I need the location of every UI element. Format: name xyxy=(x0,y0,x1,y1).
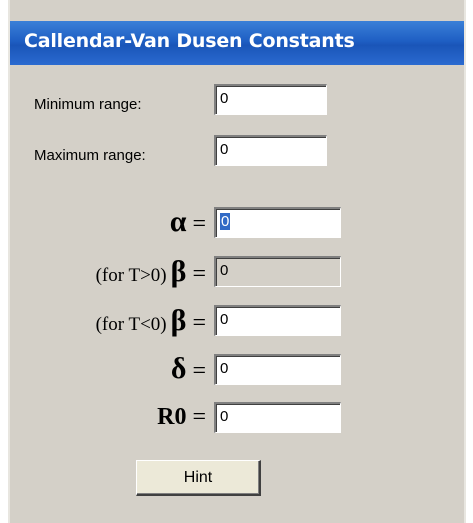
alpha-value: 0 xyxy=(220,213,231,230)
maximum-range-value: 0 xyxy=(220,141,229,158)
delta-input[interactable]: 0 xyxy=(214,354,341,385)
r0-label: R0 = xyxy=(157,404,206,431)
beta-positive-condition: (for T>0) xyxy=(95,265,167,286)
beta-negative-input[interactable]: 0 xyxy=(214,305,341,336)
beta-positive-symbol: β xyxy=(170,255,187,288)
delta-value: 0 xyxy=(220,360,229,377)
delta-equals: = xyxy=(186,358,206,384)
beta-positive-label: (for T>0) β = xyxy=(96,255,206,289)
beta-positive-value: 0 xyxy=(220,262,229,279)
beta-negative-value: 0 xyxy=(220,311,229,328)
dialog-window: Callendar-Van Dusen Constants Minimum ra… xyxy=(8,0,466,523)
beta-negative-condition: (for T<0) xyxy=(95,314,167,335)
alpha-input[interactable]: 0 xyxy=(214,207,341,238)
minimum-range-label: Minimum range: xyxy=(34,96,142,113)
beta-negative-label: (for T<0) β = xyxy=(96,304,206,338)
r0-equals: = xyxy=(186,404,206,430)
hint-button[interactable]: Hint xyxy=(136,460,261,496)
maximum-range-input[interactable]: 0 xyxy=(214,135,327,166)
beta-positive-input: 0 xyxy=(214,256,341,287)
r0-input[interactable]: 0 xyxy=(214,402,341,433)
delta-symbol: δ xyxy=(170,352,187,385)
delta-label: δ = xyxy=(171,352,206,386)
beta-negative-equals: = xyxy=(186,310,206,336)
maximum-range-label: Maximum range: xyxy=(34,147,146,164)
r0-value: 0 xyxy=(220,408,229,425)
window-title: Callendar-Van Dusen Constants xyxy=(24,30,355,52)
beta-positive-equals: = xyxy=(186,261,206,287)
alpha-equals: = xyxy=(186,211,206,237)
alpha-label: α = xyxy=(170,205,206,239)
minimum-range-input[interactable]: 0 xyxy=(214,84,327,115)
alpha-symbol: α xyxy=(169,205,187,238)
title-bar[interactable]: Callendar-Van Dusen Constants xyxy=(10,21,464,65)
beta-negative-symbol: β xyxy=(170,304,187,337)
r0-symbol: R0 xyxy=(157,404,187,430)
minimum-range-value: 0 xyxy=(220,90,229,107)
